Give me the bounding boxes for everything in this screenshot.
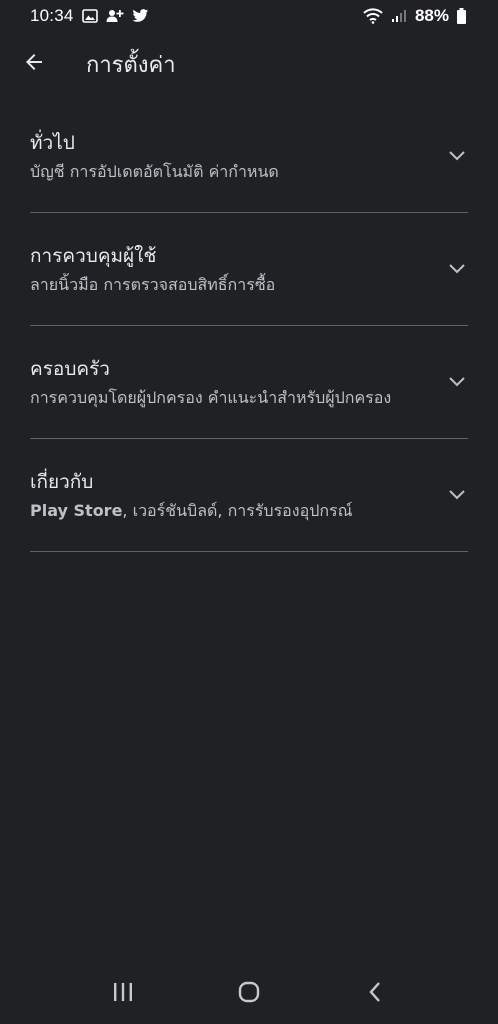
nav-back-button[interactable] xyxy=(345,969,405,1019)
play-store-label: Play Store xyxy=(30,501,123,520)
nav-bar xyxy=(0,964,498,1024)
chevron-down-icon xyxy=(446,257,468,279)
signal-icon xyxy=(391,9,407,23)
section-subtitle: Play Store, เวอร์ชันบิลด์, การรับรองอุปก… xyxy=(30,499,353,524)
settings-list: ทั่วไป บัญชี การอัปเดตอัตโนมัติ ค่ากำหนด… xyxy=(30,100,468,552)
recent-apps-button[interactable] xyxy=(93,969,153,1019)
recent-apps-icon xyxy=(112,982,134,1006)
section-about[interactable]: เกี่ยวกับ Play Store, เวอร์ชันบิลด์, การ… xyxy=(30,439,468,552)
home-icon xyxy=(237,980,261,1008)
chevron-down-icon xyxy=(446,483,468,505)
status-left: 10:34 xyxy=(30,6,149,26)
app-bar: การตั้งค่า xyxy=(0,34,498,94)
person-add-icon xyxy=(106,9,124,23)
home-button[interactable] xyxy=(219,969,279,1019)
section-general[interactable]: ทั่วไป บัญชี การอัปเดตอัตโนมัติ ค่ากำหนด xyxy=(30,100,468,213)
image-icon xyxy=(81,9,98,23)
status-right: 88% xyxy=(363,6,466,26)
twitter-icon xyxy=(132,9,149,23)
wifi-icon xyxy=(363,8,383,24)
chevron-down-icon xyxy=(446,370,468,392)
chevron-down-icon xyxy=(446,144,468,166)
arrow-back-icon xyxy=(22,50,46,78)
back-icon xyxy=(367,981,383,1007)
section-title: ทั่วไป xyxy=(30,132,75,154)
section-subtitle: บัญชี การอัปเดตอัตโนมัติ ค่ากำหนด xyxy=(30,162,279,181)
status-time: 10:34 xyxy=(30,6,74,25)
about-subtitle-rest: , เวอร์ชันบิลด์, การรับรองอุปกรณ์ xyxy=(122,501,353,520)
status-bar: 10:34 88% xyxy=(0,0,498,32)
battery-icon xyxy=(457,8,466,24)
back-button[interactable] xyxy=(10,40,58,88)
section-title: เกี่ยวกับ xyxy=(30,471,94,493)
section-user-controls[interactable]: การควบคุมผู้ใช้ ลายนิ้วมือ การตรวจสอบสิท… xyxy=(30,213,468,326)
section-title: การควบคุมผู้ใช้ xyxy=(30,245,157,267)
section-subtitle: การควบคุมโดยผู้ปกครอง คำแนะนำสำหรับผู้ปก… xyxy=(30,388,392,407)
battery-percent: 88% xyxy=(414,6,449,25)
section-subtitle: ลายนิ้วมือ การตรวจสอบสิทธิ์การซื้อ xyxy=(30,275,276,294)
section-family[interactable]: ครอบครัว การควบคุมโดยผู้ปกครอง คำแนะนำสำ… xyxy=(30,326,468,439)
page-title: การตั้งค่า xyxy=(86,52,176,78)
section-title: ครอบครัว xyxy=(30,358,110,380)
